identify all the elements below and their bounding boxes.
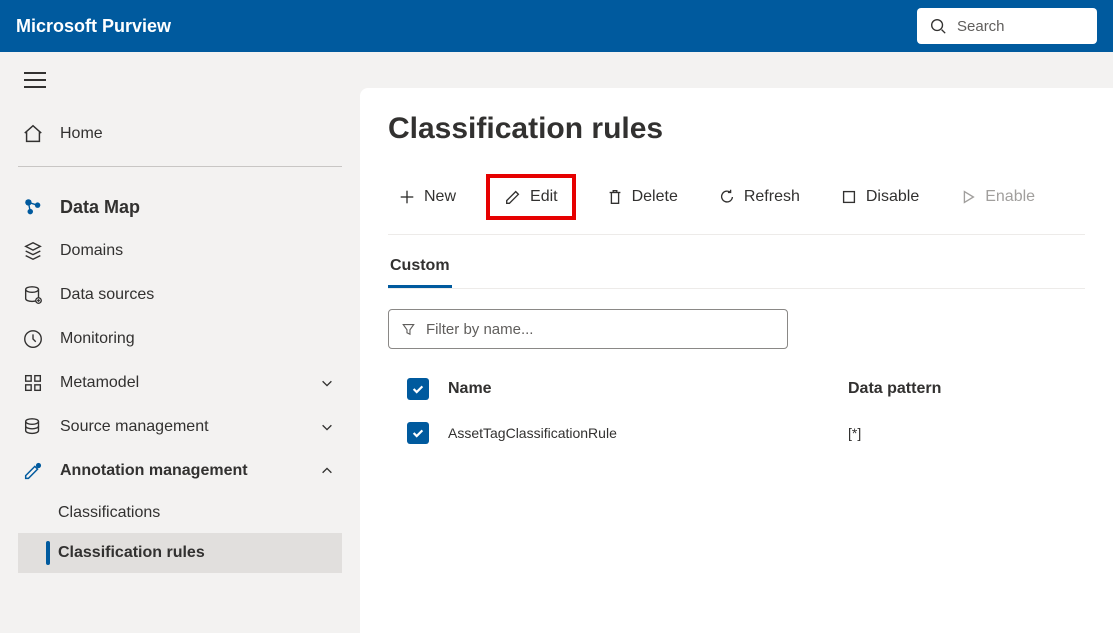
nav-classifications-label: Classifications (58, 504, 342, 522)
disable-label: Disable (866, 188, 919, 206)
source-management-icon (22, 416, 44, 438)
nav-home-label: Home (60, 125, 342, 143)
nav-annotation-management[interactable]: Annotation management (18, 449, 342, 493)
data-map-icon (22, 196, 44, 218)
row-name: AssetTagClassificationRule (448, 425, 848, 441)
trash-icon (606, 188, 624, 206)
tab-custom[interactable]: Custom (388, 251, 452, 288)
nav-section-label: Data Map (60, 197, 342, 218)
disable-button[interactable]: Disable (830, 182, 929, 212)
chevron-down-icon (320, 376, 334, 390)
nav-metamodel-label: Metamodel (60, 374, 304, 392)
search-box[interactable] (917, 8, 1097, 44)
search-input[interactable] (957, 18, 1085, 35)
nav-classifications[interactable]: Classifications (18, 493, 342, 533)
nav-data-sources[interactable]: Data sources (18, 273, 342, 317)
new-button[interactable]: New (388, 182, 466, 212)
nav-classification-rules-label: Classification rules (58, 544, 342, 562)
play-icon (959, 188, 977, 206)
refresh-label: Refresh (744, 188, 800, 206)
chevron-up-icon (320, 464, 334, 478)
nav-metamodel[interactable]: Metamodel (18, 361, 342, 405)
delete-label: Delete (632, 188, 678, 206)
check-icon (411, 426, 425, 440)
table-row[interactable]: AssetTagClassificationRule [*] (388, 411, 1085, 455)
nav-data-sources-label: Data sources (60, 286, 342, 304)
sidebar: Home Data Map Domains (0, 52, 360, 633)
filter-input[interactable] (426, 321, 775, 338)
filter-box[interactable] (388, 309, 788, 349)
nav-domains[interactable]: Domains (18, 229, 342, 273)
top-bar: Microsoft Purview (0, 0, 1113, 52)
nav-classification-rules[interactable]: Classification rules (18, 533, 342, 573)
brand-title: Microsoft Purview (16, 16, 171, 37)
new-label: New (424, 188, 456, 206)
plus-icon (398, 188, 416, 206)
column-data-pattern: Data pattern (848, 380, 1085, 398)
page-title: Classification rules (388, 112, 1085, 146)
nav-section-data-map[interactable]: Data Map (18, 185, 342, 229)
filter-icon (401, 321, 416, 337)
select-all-checkbox[interactable] (407, 378, 429, 400)
table-header: Name Data pattern (388, 367, 1085, 411)
column-name: Name (448, 380, 848, 398)
square-icon (840, 188, 858, 206)
nav-home[interactable]: Home (18, 112, 342, 156)
tabs: Custom (388, 251, 1085, 289)
annotation-icon (22, 460, 44, 482)
refresh-button[interactable]: Refresh (708, 182, 810, 212)
home-icon (22, 123, 44, 145)
edit-button[interactable]: Edit (486, 174, 576, 220)
chevron-down-icon (320, 420, 334, 434)
monitoring-icon (22, 328, 44, 350)
nav-annotation-management-label: Annotation management (60, 462, 304, 480)
row-pattern: [*] (848, 425, 1085, 441)
data-sources-icon (22, 284, 44, 306)
divider (18, 166, 342, 167)
check-icon (411, 382, 425, 396)
enable-button: Enable (949, 182, 1045, 212)
search-icon (929, 17, 947, 35)
content-card: Classification rules New Edit (360, 88, 1113, 633)
rules-table: Name Data pattern AssetTagClassification… (388, 367, 1085, 455)
delete-button[interactable]: Delete (596, 182, 688, 212)
nav-domains-label: Domains (60, 242, 342, 260)
nav-monitoring-label: Monitoring (60, 330, 342, 348)
hamburger-menu[interactable] (24, 72, 46, 88)
nav-monitoring[interactable]: Monitoring (18, 317, 342, 361)
main-content: Classification rules New Edit (360, 52, 1113, 633)
toolbar: New Edit Delete (388, 174, 1085, 235)
nav-source-management[interactable]: Source management (18, 405, 342, 449)
domains-icon (22, 240, 44, 262)
row-checkbox[interactable] (407, 422, 429, 444)
edit-label: Edit (530, 188, 558, 206)
nav-source-management-label: Source management (60, 418, 304, 436)
pencil-icon (504, 188, 522, 206)
metamodel-icon (22, 372, 44, 394)
enable-label: Enable (985, 188, 1035, 206)
refresh-icon (718, 188, 736, 206)
